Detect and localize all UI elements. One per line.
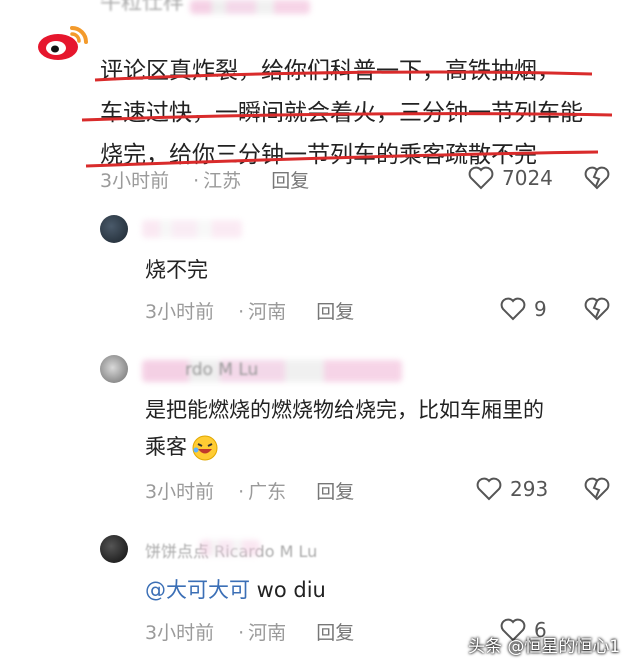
like-count: 293 <box>510 477 549 501</box>
reply-text: 是把能燃烧的燃烧物给烧完，比如车厢里的 乘客 <box>145 392 625 466</box>
reply-meta: 3小时前 · 河南 回复 <box>145 622 355 644</box>
comment-location: 河南 <box>248 622 287 644</box>
like-button[interactable]: 293 <box>476 477 548 501</box>
watermark: 头条 @恒星的恒心1 <box>468 637 621 657</box>
reply-username[interactable]: rdo M Lu <box>185 360 258 380</box>
avatar[interactable] <box>100 355 128 383</box>
reply-button[interactable]: 回复 <box>271 170 309 192</box>
like-count: 7024 <box>502 166 553 190</box>
comment-location: 河南 <box>248 301 287 323</box>
mention-link[interactable]: @大可大可 <box>145 578 250 602</box>
laughing-face-icon <box>191 434 219 462</box>
reply-button[interactable]: 回复 <box>316 481 354 503</box>
heart-icon <box>500 297 526 321</box>
reply-line: wo diu <box>250 578 326 602</box>
comment-time: 3小时前 <box>145 301 215 323</box>
main-comment-meta: 3小时前 · 江苏 回复 <box>100 170 310 192</box>
heart-icon <box>476 477 502 501</box>
broken-heart-icon[interactable] <box>584 166 610 190</box>
username-blur <box>200 540 260 556</box>
comment-time: 3小时前 <box>145 622 215 644</box>
comment-location: 广东 <box>248 481 287 503</box>
avatar[interactable] <box>100 215 128 243</box>
comment-time: 3小时前 <box>145 481 215 503</box>
broken-heart-icon[interactable] <box>584 297 610 321</box>
like-button[interactable]: 9 <box>500 297 547 321</box>
reply-meta: 3小时前 · 广东 回复 <box>145 481 355 503</box>
reply-text: @大可大可 wo diu <box>145 572 326 609</box>
username-blur <box>142 360 402 382</box>
avatar[interactable] <box>100 535 128 563</box>
red-underline-annotation <box>81 70 613 168</box>
reply-button[interactable]: 回复 <box>316 622 354 644</box>
comment-location: 江苏 <box>203 170 242 192</box>
broken-heart-icon[interactable] <box>584 477 610 501</box>
like-button[interactable]: 7024 <box>468 166 553 190</box>
reply-line: 乘客 <box>145 435 187 459</box>
username-blur <box>142 220 242 238</box>
like-count: 9 <box>534 297 547 321</box>
reply-meta: 3小时前 · 河南 回复 <box>145 301 355 323</box>
reply-line: 是把能燃烧的燃烧物给烧完，比如车厢里的 <box>145 398 544 422</box>
heart-icon <box>468 166 494 190</box>
reply-button[interactable]: 回复 <box>316 301 354 323</box>
comment-time: 3小时前 <box>100 170 170 192</box>
reply-text: 烧不完 <box>145 258 208 282</box>
